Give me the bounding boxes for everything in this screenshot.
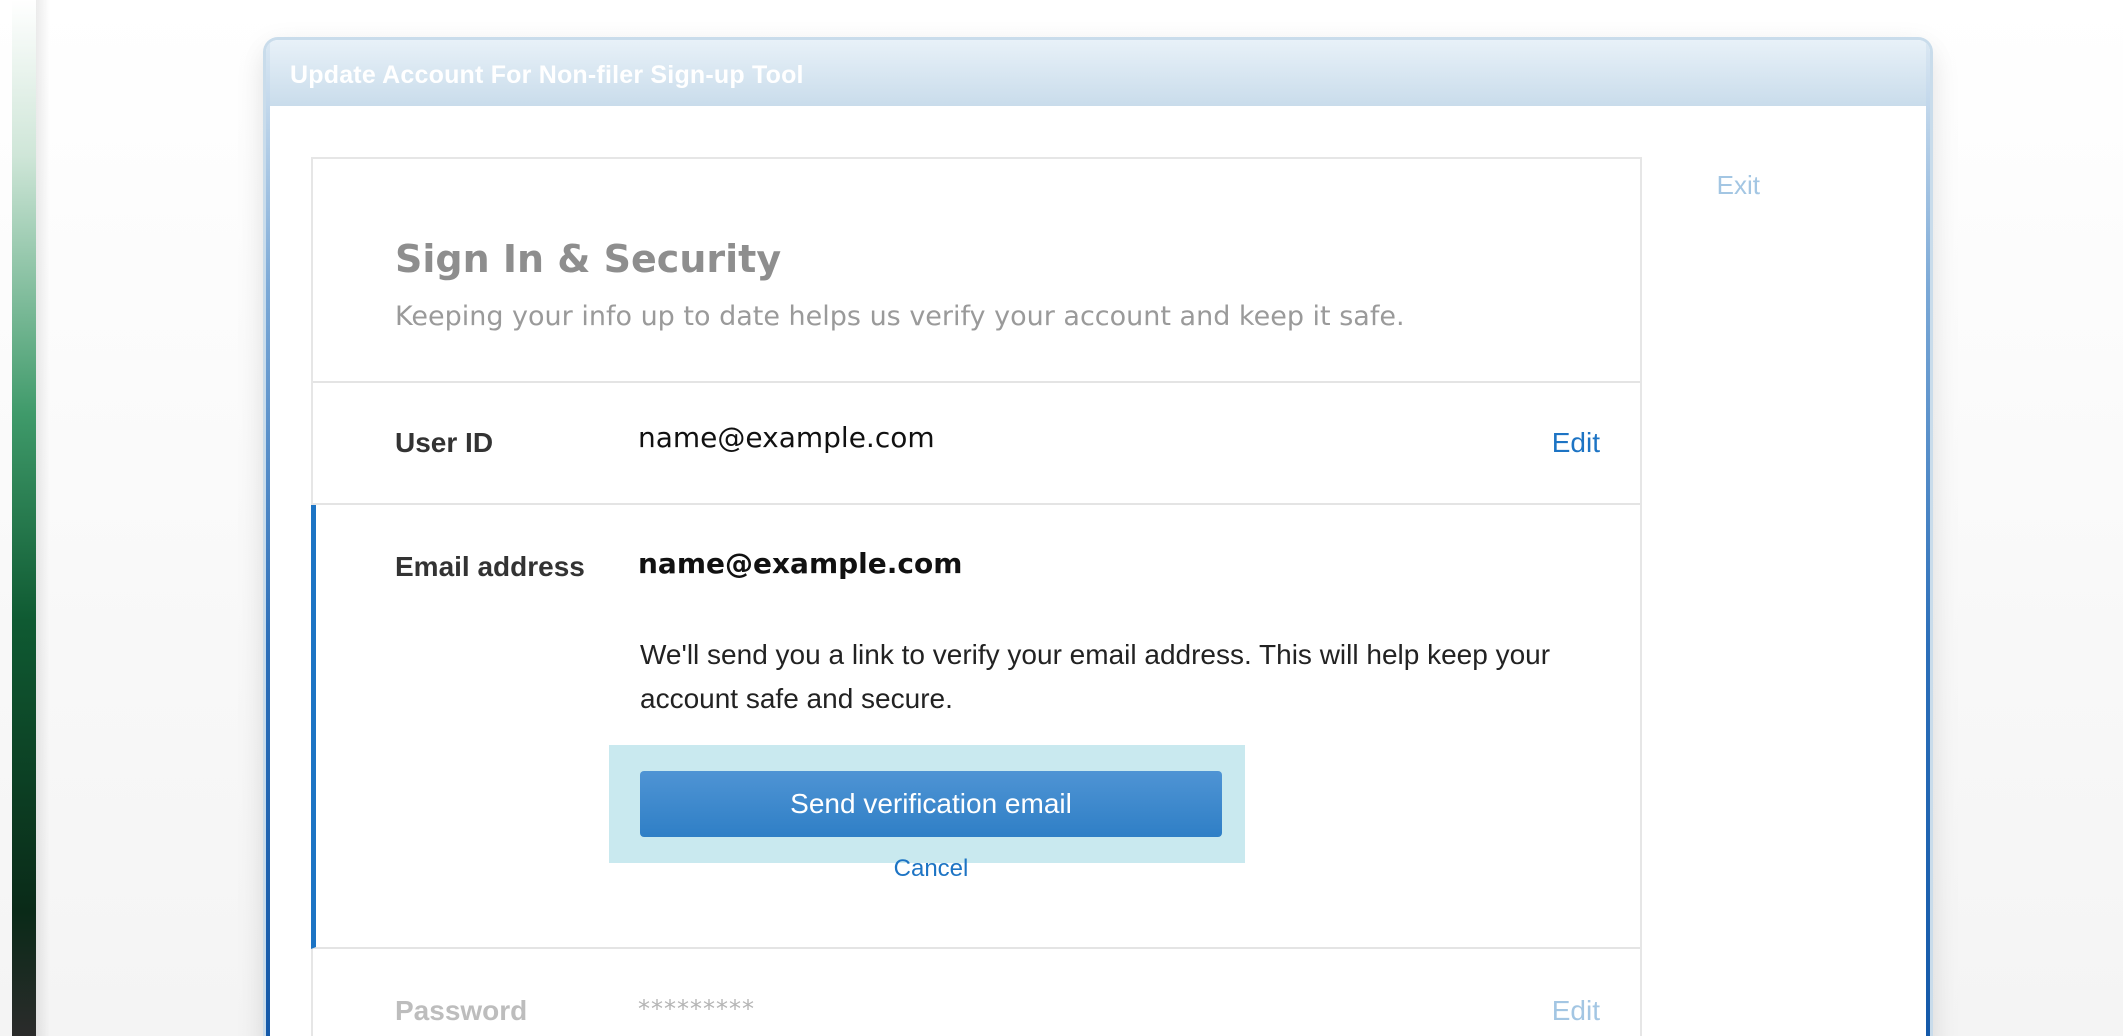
edit-password-link[interactable]: Edit xyxy=(1552,995,1600,1027)
dialog-title-bar: Update Account For Non-filer Sign-up Too… xyxy=(266,40,1930,106)
send-verification-email-button[interactable]: Send verification email xyxy=(640,771,1222,837)
email-value: name@example.com xyxy=(638,547,963,580)
edit-user-id-link[interactable]: Edit xyxy=(1552,427,1600,459)
exit-link[interactable]: Exit xyxy=(1717,170,1760,201)
page: Update Account For Non-filer Sign-up Too… xyxy=(0,0,2123,1036)
password-row: Password ********* Edit xyxy=(313,949,1640,1029)
user-id-row: User ID name@example.com Edit xyxy=(313,383,1640,505)
card-title: Sign In & Security xyxy=(395,237,782,281)
password-label: Password xyxy=(395,995,528,1026)
background-stripe xyxy=(12,0,50,1036)
sign-in-security-card: Sign In & Security Keeping your info up … xyxy=(311,157,1642,1036)
email-verification-description: We'll send you a link to verify your ema… xyxy=(640,639,1551,714)
card-header: Sign In & Security Keeping your info up … xyxy=(313,159,1640,383)
email-address-row: Email address name@example.com We'll sen… xyxy=(311,505,1640,949)
update-account-dialog: Update Account For Non-filer Sign-up Too… xyxy=(266,40,1930,1036)
email-label: Email address xyxy=(395,551,585,582)
dialog-title: Update Account For Non-filer Sign-up Too… xyxy=(290,61,804,89)
user-id-label: User ID xyxy=(395,427,494,458)
user-id-value: name@example.com xyxy=(638,421,935,454)
cancel-link[interactable]: Cancel xyxy=(640,855,1222,883)
password-value: ********* xyxy=(638,995,755,1023)
card-subtitle: Keeping your info up to date helps us ve… xyxy=(395,301,1405,332)
